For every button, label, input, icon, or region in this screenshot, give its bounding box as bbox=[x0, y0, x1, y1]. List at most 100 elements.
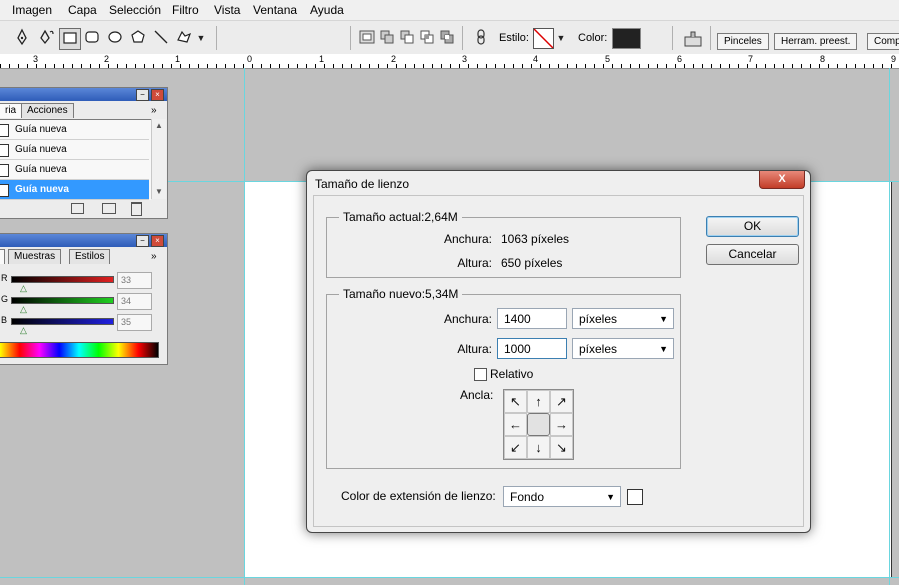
close-button[interactable]: X bbox=[759, 171, 805, 189]
history-row-label: Guía nueva bbox=[15, 164, 67, 175]
chevron-down-icon[interactable]: ▼ bbox=[195, 28, 207, 48]
ok-button[interactable]: OK bbox=[706, 216, 799, 237]
height-unit-select[interactable]: píxeles ▼ bbox=[572, 338, 674, 359]
blue-slider[interactable]: B △ 35 bbox=[0, 314, 165, 335]
menu-filtro[interactable]: Filtro bbox=[172, 3, 199, 17]
relative-checkbox[interactable] bbox=[474, 368, 487, 381]
anchor-arrow-n-icon[interactable]: ↑ bbox=[527, 390, 550, 413]
style-swatch[interactable] bbox=[533, 28, 554, 49]
slider-value[interactable]: 34 bbox=[117, 293, 152, 310]
ruler-tick bbox=[558, 64, 559, 68]
link-icon[interactable] bbox=[471, 28, 491, 48]
anchor-arrow-se-icon[interactable]: ↘ bbox=[550, 436, 573, 459]
current-width-value: 1063 píxeles bbox=[501, 232, 570, 246]
new-snapshot-icon[interactable] bbox=[71, 203, 84, 214]
new-shape-layer-icon[interactable] bbox=[357, 28, 377, 48]
camera-icon[interactable] bbox=[102, 203, 116, 214]
freeform-pen-icon[interactable] bbox=[36, 28, 56, 48]
chevron-down-icon[interactable]: ▼ bbox=[555, 28, 567, 48]
color-palette: − × Muestras Estilos » R △ 33 G △ 34 B △… bbox=[0, 233, 168, 365]
ruler-tick bbox=[117, 64, 118, 68]
style-label: Estilo: bbox=[499, 32, 529, 44]
tab-herram-preest[interactable]: Herram. preest. bbox=[774, 33, 858, 50]
history-scrollbar[interactable]: ▲ ▼ bbox=[151, 119, 166, 199]
intersect-shape-icon[interactable] bbox=[417, 28, 437, 48]
close-icon[interactable]: × bbox=[151, 89, 164, 101]
close-icon[interactable]: × bbox=[151, 235, 164, 247]
tool-preset-icon[interactable] bbox=[683, 28, 703, 48]
height-input[interactable]: 1000 bbox=[497, 338, 567, 359]
width-unit-select[interactable]: píxeles ▼ bbox=[572, 308, 674, 329]
menu-ayuda[interactable]: Ayuda bbox=[310, 3, 344, 17]
custom-shape-icon[interactable] bbox=[174, 28, 194, 48]
color-spectrum[interactable] bbox=[0, 342, 159, 358]
polygon-icon[interactable] bbox=[128, 28, 148, 48]
palette-titlebar[interactable]: − × bbox=[0, 88, 167, 101]
toolbar-separator bbox=[672, 26, 673, 50]
ellipse-icon[interactable] bbox=[105, 28, 125, 48]
exclude-shape-icon[interactable] bbox=[437, 28, 457, 48]
ruler-tick bbox=[639, 64, 640, 68]
tab-color[interactable] bbox=[0, 249, 5, 264]
anchor-arrow-nw-icon[interactable]: ↖ bbox=[504, 390, 527, 413]
slider-track[interactable] bbox=[11, 297, 114, 304]
scroll-up-icon[interactable]: ▲ bbox=[155, 121, 163, 130]
tab-comp[interactable]: Comp bbox=[867, 33, 899, 50]
rectangle-tool-icon[interactable] bbox=[59, 28, 81, 50]
palette-titlebar[interactable]: − × bbox=[0, 234, 167, 247]
ruler-tick bbox=[468, 64, 469, 68]
ruler-tick bbox=[630, 64, 631, 68]
cancel-button[interactable]: Cancelar bbox=[706, 244, 799, 265]
trash-icon[interactable] bbox=[131, 202, 142, 216]
anchor-arrow-s-icon[interactable]: ↓ bbox=[527, 436, 550, 459]
pen-icon[interactable] bbox=[12, 28, 32, 48]
slider-thumb[interactable]: △ bbox=[20, 326, 27, 335]
slider-track[interactable] bbox=[11, 276, 114, 283]
palette-menu-icon[interactable]: » bbox=[151, 105, 157, 116]
ruler-tick bbox=[585, 64, 586, 68]
ruler-number: 3 bbox=[33, 54, 39, 64]
add-to-shape-icon[interactable] bbox=[377, 28, 397, 48]
anchor-arrow-w-icon[interactable]: ← bbox=[504, 413, 527, 436]
slider-thumb[interactable]: △ bbox=[20, 305, 27, 314]
minimize-icon[interactable]: − bbox=[136, 235, 149, 247]
slider-track[interactable] bbox=[11, 318, 114, 325]
history-row[interactable]: Guía nueva bbox=[0, 140, 149, 160]
green-slider[interactable]: G △ 34 bbox=[0, 293, 165, 314]
menu-ventana[interactable]: Ventana bbox=[253, 3, 297, 17]
menu-vista[interactable]: Vista bbox=[214, 3, 240, 17]
palette-menu-icon[interactable]: » bbox=[151, 251, 157, 262]
history-row-label: Guía nueva bbox=[15, 184, 69, 195]
subtract-shape-icon[interactable] bbox=[397, 28, 417, 48]
slider-thumb[interactable]: △ bbox=[20, 284, 27, 293]
slider-value[interactable]: 35 bbox=[117, 314, 152, 331]
minimize-icon[interactable]: − bbox=[136, 89, 149, 101]
width-input[interactable]: 1400 bbox=[497, 308, 567, 329]
anchor-center[interactable] bbox=[527, 413, 550, 436]
extension-color-swatch[interactable] bbox=[627, 489, 643, 505]
width-unit-value: píxeles bbox=[579, 312, 618, 326]
tab-acciones[interactable]: Acciones bbox=[21, 103, 74, 118]
menu-capa[interactable]: Capa bbox=[68, 3, 97, 17]
tab-pinceles[interactable]: Pinceles bbox=[717, 33, 769, 50]
red-slider[interactable]: R △ 33 bbox=[0, 272, 165, 293]
color-swatch[interactable] bbox=[612, 28, 641, 49]
tab-estilos[interactable]: Estilos bbox=[69, 249, 111, 264]
menu-imagen[interactable]: Imagen bbox=[12, 3, 52, 17]
slider-value[interactable]: 33 bbox=[117, 272, 152, 289]
history-row[interactable]: Guía nueva bbox=[0, 160, 149, 180]
ruler-tick bbox=[711, 64, 712, 68]
history-row[interactable]: Guía nueva bbox=[0, 120, 149, 140]
anchor-arrow-e-icon[interactable]: → bbox=[550, 413, 573, 436]
history-row-selected[interactable]: Guía nueva bbox=[0, 180, 149, 200]
rounded-rectangle-icon[interactable] bbox=[82, 28, 102, 48]
anchor-arrow-ne-icon[interactable]: ↗ bbox=[550, 390, 573, 413]
extension-color-select[interactable]: Fondo ▼ bbox=[503, 486, 621, 507]
line-icon[interactable] bbox=[151, 28, 171, 48]
menu-seleccion[interactable]: Selección bbox=[109, 3, 161, 17]
scroll-down-icon[interactable]: ▼ bbox=[155, 187, 163, 196]
anchor-arrow-sw-icon[interactable]: ↙ bbox=[504, 436, 527, 459]
tab-historia[interactable]: ria bbox=[0, 103, 23, 118]
tab-muestras[interactable]: Muestras bbox=[8, 249, 62, 264]
ruler-tick bbox=[477, 64, 478, 68]
